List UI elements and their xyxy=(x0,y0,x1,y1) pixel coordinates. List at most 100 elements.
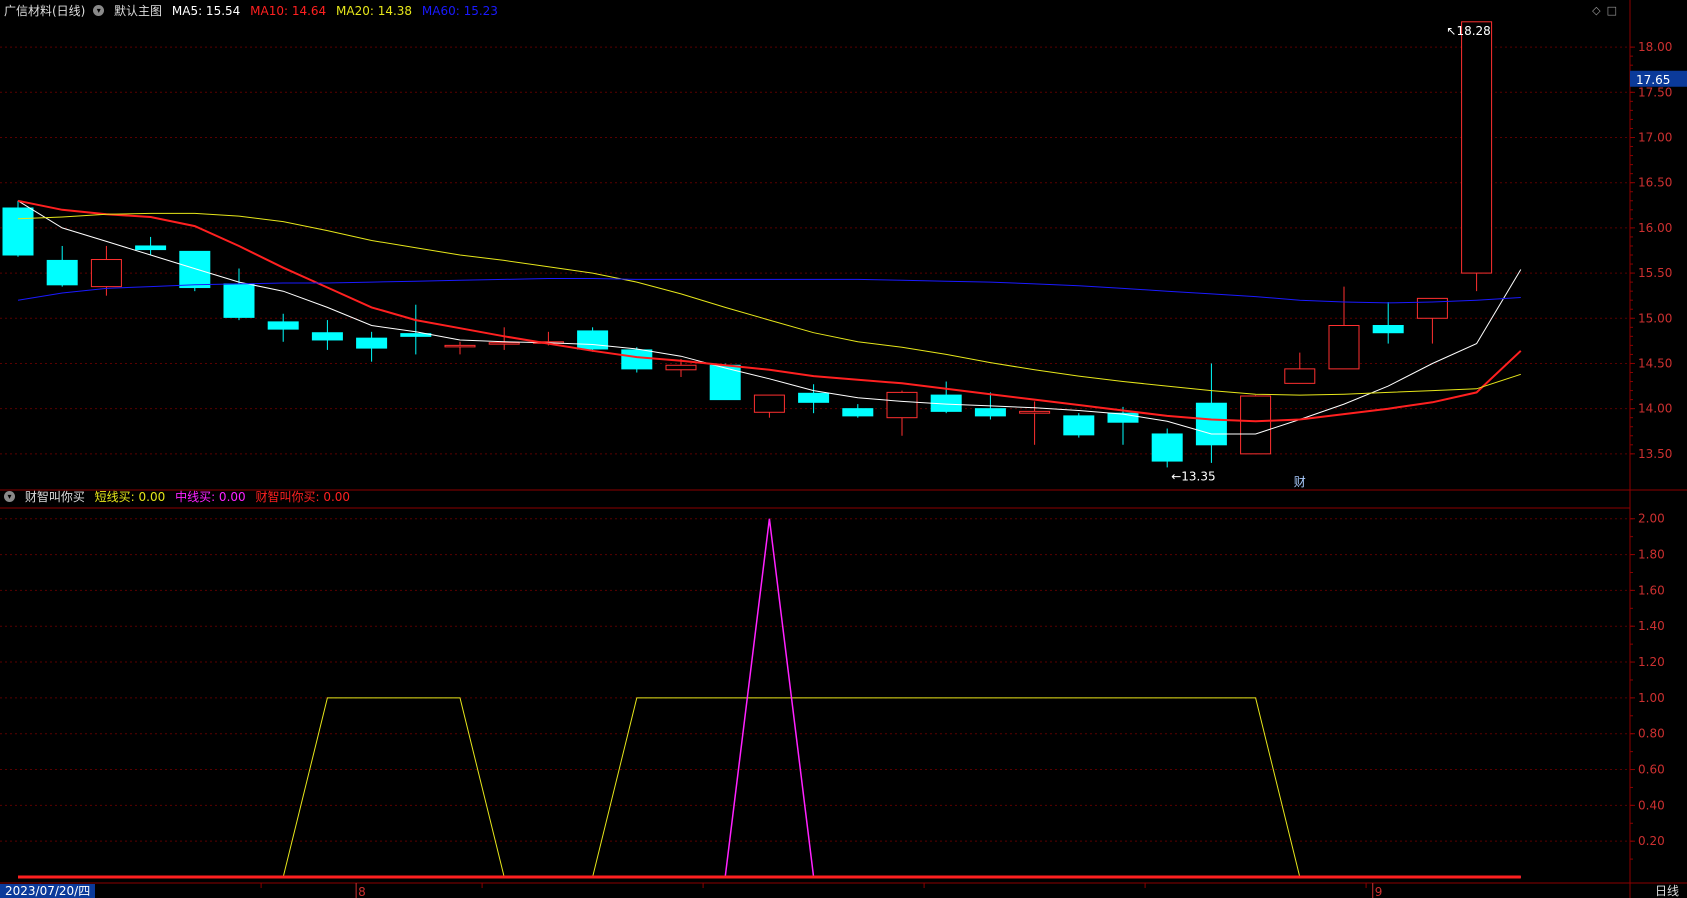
candle-body xyxy=(1151,433,1183,462)
mid-buy-label: 中线买: 0.00 xyxy=(175,490,246,504)
candle-body xyxy=(1063,415,1095,436)
down-candle xyxy=(709,363,741,401)
indicator-tick-label: 0.60 xyxy=(1638,763,1665,777)
chart-canvas: 13.50 14.00 14.50 15.00 15.50 16.00 16.50 17.00… xyxy=(0,0,1687,898)
high-price-label: ↖18.28 xyxy=(1446,24,1490,38)
stock-title: 广信材料(日线) xyxy=(4,4,86,18)
short-buy-line xyxy=(18,697,1521,878)
candle-body xyxy=(1284,368,1316,384)
ma60-label: MA60: 15.23 xyxy=(421,4,498,18)
price-tick-label: 14.50 xyxy=(1638,356,1672,370)
candle-body xyxy=(90,259,122,288)
candle-body xyxy=(577,330,609,350)
price-tick-label: 17.00 xyxy=(1638,131,1672,145)
candle-body xyxy=(842,408,874,417)
down-candle xyxy=(1195,363,1227,463)
indicator-tick-label: 1.00 xyxy=(1638,691,1665,705)
price-tick-label: 16.50 xyxy=(1638,176,1672,190)
candle-body xyxy=(1461,21,1493,274)
down-candle xyxy=(1063,413,1095,438)
candle-body xyxy=(886,391,918,419)
indicator-menu[interactable]: 默认主图 xyxy=(114,4,162,18)
ma5-label: MA5: 15.54 xyxy=(171,4,241,18)
price-tick-label: 17.50 xyxy=(1638,85,1672,99)
candle-body xyxy=(267,321,299,330)
candle-body xyxy=(621,349,653,370)
candle-body xyxy=(2,207,34,256)
period-label[interactable]: 日线 xyxy=(1655,884,1679,898)
up-candle xyxy=(1240,395,1272,455)
up-candle xyxy=(753,394,785,418)
up-candle xyxy=(1416,297,1448,344)
indicator-tick-label: 1.40 xyxy=(1638,619,1665,633)
indicator-title[interactable]: 财智叫你买 xyxy=(25,490,85,504)
short-buy-label: 短线买: 0.00 xyxy=(94,490,166,504)
down-candle xyxy=(46,245,78,287)
ma20-label: MA20: 14.38 xyxy=(336,4,413,18)
up-candle xyxy=(1284,352,1316,384)
indicator-tick-label: 2.00 xyxy=(1638,512,1665,526)
candle-body xyxy=(753,394,785,413)
down-candle xyxy=(577,327,609,352)
grid-layer xyxy=(0,46,1630,842)
candles-layer xyxy=(2,21,1493,468)
down-candle xyxy=(356,331,388,362)
down-candle xyxy=(267,313,299,342)
down-candle xyxy=(842,404,874,418)
price-tick-label: 13.50 xyxy=(1638,447,1672,461)
indicator-tick-label: 1.20 xyxy=(1638,655,1665,669)
main-chart-header: 广信材料(日线) ▾ 默认主图 MA5: 15.54 MA10: 14.64 M… xyxy=(0,0,504,22)
candle-body xyxy=(1019,410,1051,414)
dropdown-icon[interactable]: ▾ xyxy=(93,5,105,16)
down-candle xyxy=(1151,428,1183,468)
date-label: 2023/07/20/四 xyxy=(0,884,96,898)
candle-body xyxy=(1372,325,1404,334)
price-tick-label: 14.00 xyxy=(1638,402,1672,416)
up-candle xyxy=(886,390,918,436)
candle-body xyxy=(179,250,211,289)
down-candle xyxy=(223,268,255,321)
indicator-tick-label: 0.20 xyxy=(1638,834,1665,848)
candle-body xyxy=(46,259,78,286)
candle-body xyxy=(223,283,255,318)
ma10-label: MA10: 14.64 xyxy=(250,4,327,18)
up-candle xyxy=(444,341,476,355)
square-icon[interactable]: □ xyxy=(1607,4,1623,17)
down-candle xyxy=(1372,302,1404,344)
month-tick-label: 9 xyxy=(1375,885,1383,898)
candle-body xyxy=(665,364,697,371)
indicator-tick-label: 0.80 xyxy=(1638,727,1665,741)
dropdown-icon[interactable]: ▾ xyxy=(4,491,15,502)
candle-body xyxy=(1195,402,1227,446)
month-tick-label: 8 xyxy=(358,885,366,898)
candle-body xyxy=(1328,325,1360,370)
indicator-header: ▾ 财智叫你买 短线买: 0.00 中线买: 0.00 财智叫你买: 0.00 xyxy=(0,486,356,508)
diamond-icon[interactable]: ◇ xyxy=(1592,4,1606,17)
candle-body xyxy=(444,344,476,348)
price-tick-label: 16.00 xyxy=(1638,221,1672,235)
panel-controls: ◇□ xyxy=(1592,4,1623,17)
price-tick-label: 15.50 xyxy=(1638,266,1672,280)
candle-body xyxy=(488,342,520,345)
price-tick-label: 18.00 xyxy=(1638,40,1672,54)
main-buy-label: 财智叫你买: 0.00 xyxy=(255,490,351,504)
candle-body xyxy=(798,392,830,403)
down-candle xyxy=(311,320,343,350)
low-price-label: ←13.35 xyxy=(1171,469,1215,483)
candle-body xyxy=(356,337,388,349)
axes-layer: 13.50 14.00 14.50 15.00 15.50 16.00 16.50 17.00… xyxy=(0,0,1687,898)
down-candle xyxy=(400,304,432,355)
candle-body xyxy=(1240,395,1272,455)
indicator-tick-label: 1.60 xyxy=(1638,583,1665,597)
candle-body xyxy=(974,408,1006,417)
down-candle xyxy=(2,200,34,257)
finance-marker: 财 xyxy=(1294,475,1306,489)
price-tick-label: 15.00 xyxy=(1638,311,1672,325)
up-candle xyxy=(1328,286,1360,370)
indicator-tick-label: 0.40 xyxy=(1638,798,1665,812)
down-candle xyxy=(930,381,962,414)
down-candle xyxy=(798,384,830,414)
current-price-text: 17.65 xyxy=(1636,73,1670,87)
candle-body xyxy=(311,332,343,341)
indicator-tick-label: 1.80 xyxy=(1638,548,1665,562)
